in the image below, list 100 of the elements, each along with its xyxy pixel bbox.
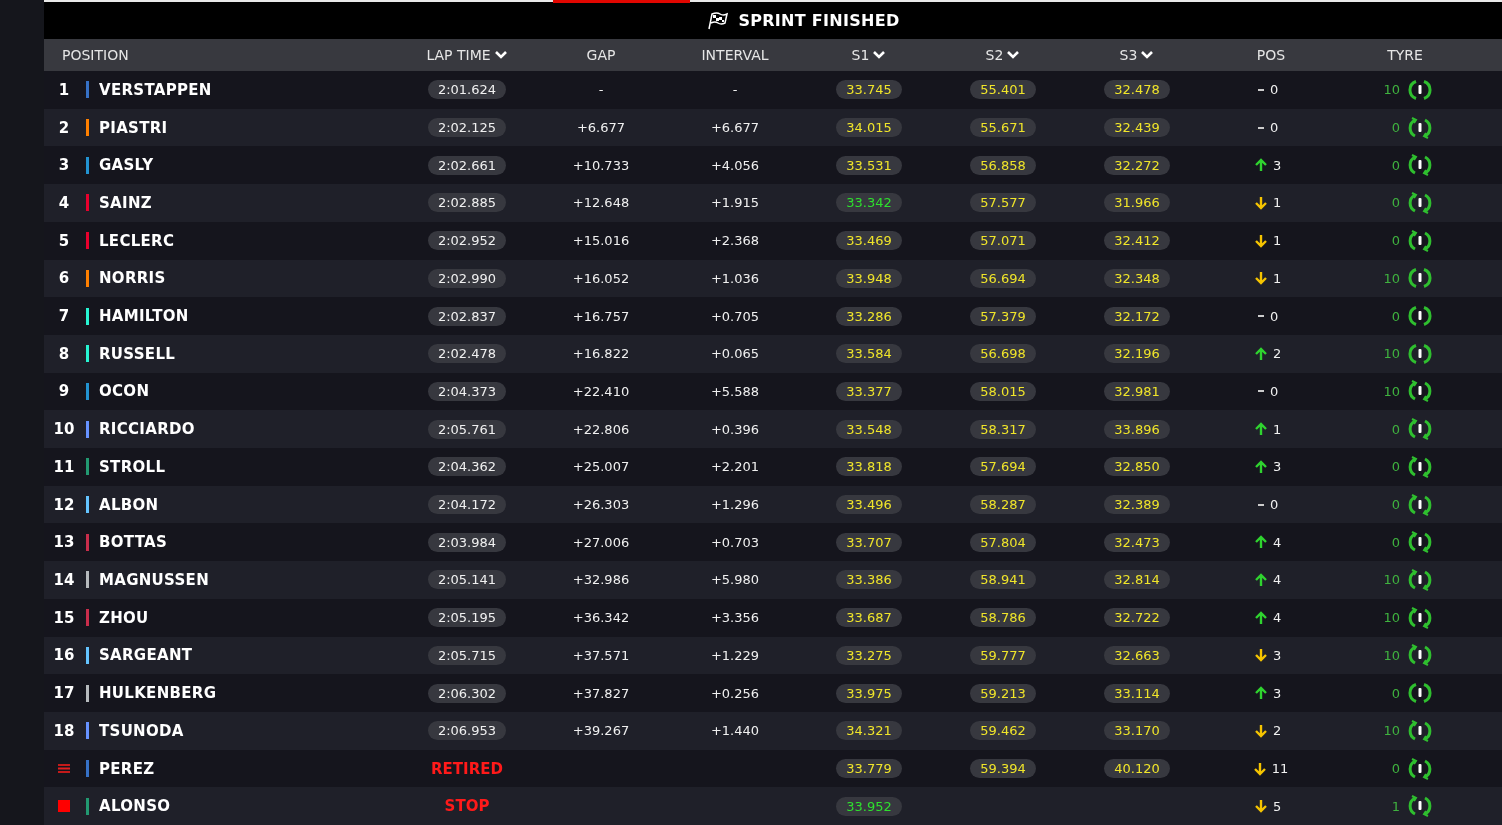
column-header: GAP (586, 47, 616, 63)
driver-name: RUSSELL (99, 344, 176, 363)
sector-time: 32.981 (1104, 381, 1170, 401)
sector-time: 32.478 (1104, 80, 1170, 100)
sector-time: 57.804 (970, 532, 1036, 552)
sector-time: 33.286 (836, 306, 902, 326)
driver-name: SAINZ (99, 193, 152, 212)
driver-name: VERSTAPPEN (99, 80, 212, 99)
interval-value: +0.256 (710, 685, 760, 701)
gap-value: +12.648 (572, 195, 630, 211)
tyre-laps: 0 (1391, 459, 1400, 475)
driver-name: PEREZ (99, 759, 155, 778)
column-header[interactable]: S2 (985, 47, 1021, 63)
chevron-down-icon (1140, 50, 1155, 60)
gap-value: +15.016 (572, 233, 630, 249)
position-change: 1 (1273, 421, 1283, 437)
interval-value: +4.056 (710, 157, 760, 173)
lap-time: 2:02.125 (427, 118, 507, 138)
tyre-laps: 0 (1391, 497, 1400, 513)
sector-time: 32.172 (1104, 306, 1170, 326)
sector-time: 33.745 (836, 80, 902, 100)
lap-time: 2:05.715 (427, 645, 507, 665)
position-number: 18 (52, 721, 76, 740)
position-change: 1 (1273, 233, 1283, 249)
column-header: POS (1256, 47, 1286, 63)
position-change: 3 (1273, 459, 1283, 475)
driver-name: MAGNUSSEN (99, 571, 209, 589)
sector-time: 58.941 (970, 570, 1036, 590)
interval-value: +2.368 (710, 233, 760, 249)
tyre-laps: 0 (1391, 120, 1400, 136)
driver-name: STROLL (99, 457, 166, 476)
position-change: 3 (1273, 157, 1283, 173)
position-change: 3 (1273, 685, 1283, 701)
sector-time: 32.412 (1104, 231, 1170, 251)
position-change: 0 (1270, 497, 1280, 513)
chevron-down-icon (493, 50, 508, 60)
position-change: 0 (1270, 308, 1280, 324)
interval-value: +3.356 (710, 610, 760, 626)
sector-time: 32.663 (1104, 645, 1170, 665)
sector-time: 32.389 (1104, 495, 1170, 515)
gap-value: +27.006 (572, 534, 630, 550)
position-change: 2 (1273, 723, 1283, 739)
position-change: 3 (1273, 647, 1283, 663)
tyre-laps: 10 (1383, 647, 1400, 663)
sector-time: 57.379 (970, 306, 1036, 326)
interval-value: +0.065 (710, 346, 760, 362)
interval-value: +2.201 (710, 459, 760, 475)
driver-name: HAMILTON (99, 307, 189, 326)
column-header[interactable]: S3 (1119, 47, 1155, 63)
driver-name: NORRIS (99, 269, 166, 288)
position-change: 0 (1270, 383, 1280, 399)
driver-name: PIASTRI (99, 118, 168, 137)
driver-name: ALONSO (99, 797, 171, 816)
position-number: 6 (57, 269, 71, 288)
driver-name: BOTTAS (99, 533, 168, 552)
tyre-laps: 0 (1391, 421, 1400, 437)
sector-time: 33.386 (836, 570, 902, 590)
tyre-laps: 0 (1391, 761, 1400, 776)
position-change: 4 (1273, 610, 1283, 626)
gap-value: +37.827 (572, 685, 630, 701)
sector-time: 33.584 (836, 344, 902, 364)
interval-value: +1.440 (710, 723, 760, 739)
interval-value: +1.036 (710, 270, 760, 286)
tyre-laps: 10 (1383, 346, 1400, 362)
position-number: 13 (52, 533, 76, 552)
position-number: 7 (57, 307, 71, 326)
driver-name: GASLY (99, 156, 154, 175)
driver-name: LECLERC (99, 231, 175, 250)
sector-time: 57.577 (970, 193, 1036, 213)
tyre-laps: 10 (1383, 383, 1400, 399)
position-number: 3 (57, 156, 71, 175)
column-header: INTERVAL (701, 47, 769, 63)
tyre-laps: 0 (1391, 233, 1400, 249)
gap-value: - (598, 82, 604, 98)
tyre-laps: 0 (1391, 534, 1400, 550)
position-number: 15 (52, 608, 76, 627)
sector-time: 59.394 (970, 759, 1036, 778)
sector-time: 33.496 (836, 495, 902, 515)
lap-time: 2:03.984 (427, 532, 507, 552)
sector-time: 32.850 (1104, 457, 1170, 477)
sector-time: 55.671 (970, 118, 1036, 138)
position-change: 4 (1273, 534, 1283, 550)
driver-name: SARGEANT (99, 646, 193, 665)
sector-time: 32.439 (1104, 118, 1170, 138)
tyre-laps: 0 (1391, 308, 1400, 324)
tyre-laps: 0 (1391, 195, 1400, 211)
column-header[interactable]: LAP TIME (426, 47, 508, 63)
checkered-flag-icon (706, 11, 729, 30)
column-header[interactable]: S1 (851, 47, 887, 63)
sector-time: 55.401 (970, 80, 1036, 100)
sector-time: 59.462 (970, 721, 1036, 741)
sector-time: 32.722 (1104, 608, 1170, 628)
lap-time: 2:04.362 (427, 457, 507, 477)
position-number: 10 (52, 420, 76, 439)
driver-name: RICCIARDO (99, 420, 195, 439)
sector-time: 32.473 (1104, 532, 1170, 552)
position-change: 1 (1273, 195, 1283, 211)
interval-value: +1.915 (710, 195, 760, 211)
sector-time: 33.779 (836, 759, 902, 778)
position-number: 12 (52, 495, 76, 514)
